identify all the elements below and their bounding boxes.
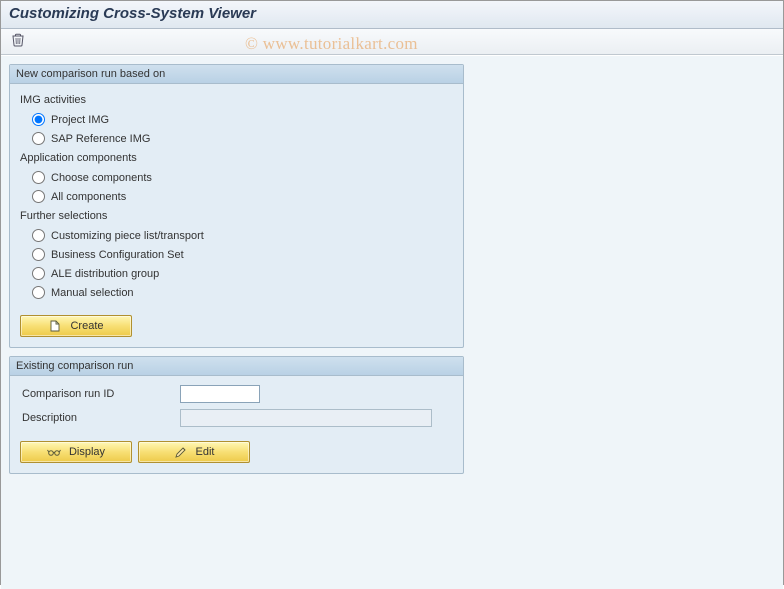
radio-choose-components-label: Choose components [51,172,152,184]
radio-bc-set-label: Business Configuration Set [51,249,184,261]
delete-button[interactable] [7,31,29,53]
radio-sap-ref-img-input[interactable] [32,132,45,145]
radio-bc-set[interactable]: Business Configuration Set [20,245,453,264]
radio-choose-components-input[interactable] [32,171,45,184]
run-id-label: Comparison run ID [20,388,180,400]
new-run-button-row: Create [10,310,463,347]
radio-ale-group-label: ALE distribution group [51,268,159,280]
radio-ale-group-input[interactable] [32,267,45,280]
create-button-label: Create [70,320,103,332]
existing-run-button-row: Display Edit [10,436,463,473]
display-button-label: Display [69,446,105,458]
radio-piece-list-label: Customizing piece list/transport [51,230,204,242]
new-run-panel: New comparison run based on IMG activiti… [9,64,464,348]
display-button[interactable]: Display [20,441,132,463]
description-label: Description [20,412,180,424]
radio-project-img-label: Project IMG [51,114,109,126]
radio-all-components[interactable]: All components [20,187,453,206]
group-label-img-activities: IMG activities [20,94,453,106]
run-id-row: Comparison run ID [20,382,453,406]
radio-all-components-input[interactable] [32,190,45,203]
group-label-app-components: Application components [20,152,453,164]
radio-sap-ref-img-label: SAP Reference IMG [51,133,150,145]
existing-run-panel-body: Comparison run ID Description [10,376,463,436]
radio-manual-label: Manual selection [51,287,134,299]
radio-project-img-input[interactable] [32,113,45,126]
trash-icon [11,33,25,50]
existing-run-panel-header: Existing comparison run [10,357,463,376]
radio-piece-list[interactable]: Customizing piece list/transport [20,226,453,245]
page-title-text: Customizing Cross-System Viewer [9,5,256,22]
run-id-input[interactable] [180,385,260,403]
pencil-icon [174,445,188,459]
glasses-icon [47,445,61,459]
edit-button-label: Edit [196,446,215,458]
new-run-panel-body: IMG activities Project IMG SAP Reference… [10,84,463,310]
toolbar [1,29,783,55]
page-title: Customizing Cross-System Viewer [1,1,783,29]
description-input [180,409,432,427]
radio-choose-components[interactable]: Choose components [20,168,453,187]
radio-sap-ref-img[interactable]: SAP Reference IMG [20,129,453,148]
content-area: New comparison run based on IMG activiti… [1,55,783,589]
radio-bc-set-input[interactable] [32,248,45,261]
edit-button[interactable]: Edit [138,441,250,463]
radio-manual[interactable]: Manual selection [20,283,453,302]
description-row: Description [20,406,453,430]
document-icon [48,319,62,333]
group-label-further: Further selections [20,210,453,222]
existing-run-panel: Existing comparison run Comparison run I… [9,356,464,474]
radio-ale-group[interactable]: ALE distribution group [20,264,453,283]
radio-project-img[interactable]: Project IMG [20,110,453,129]
radio-manual-input[interactable] [32,286,45,299]
radio-all-components-label: All components [51,191,126,203]
new-run-panel-header: New comparison run based on [10,65,463,84]
create-button[interactable]: Create [20,315,132,337]
radio-piece-list-input[interactable] [32,229,45,242]
